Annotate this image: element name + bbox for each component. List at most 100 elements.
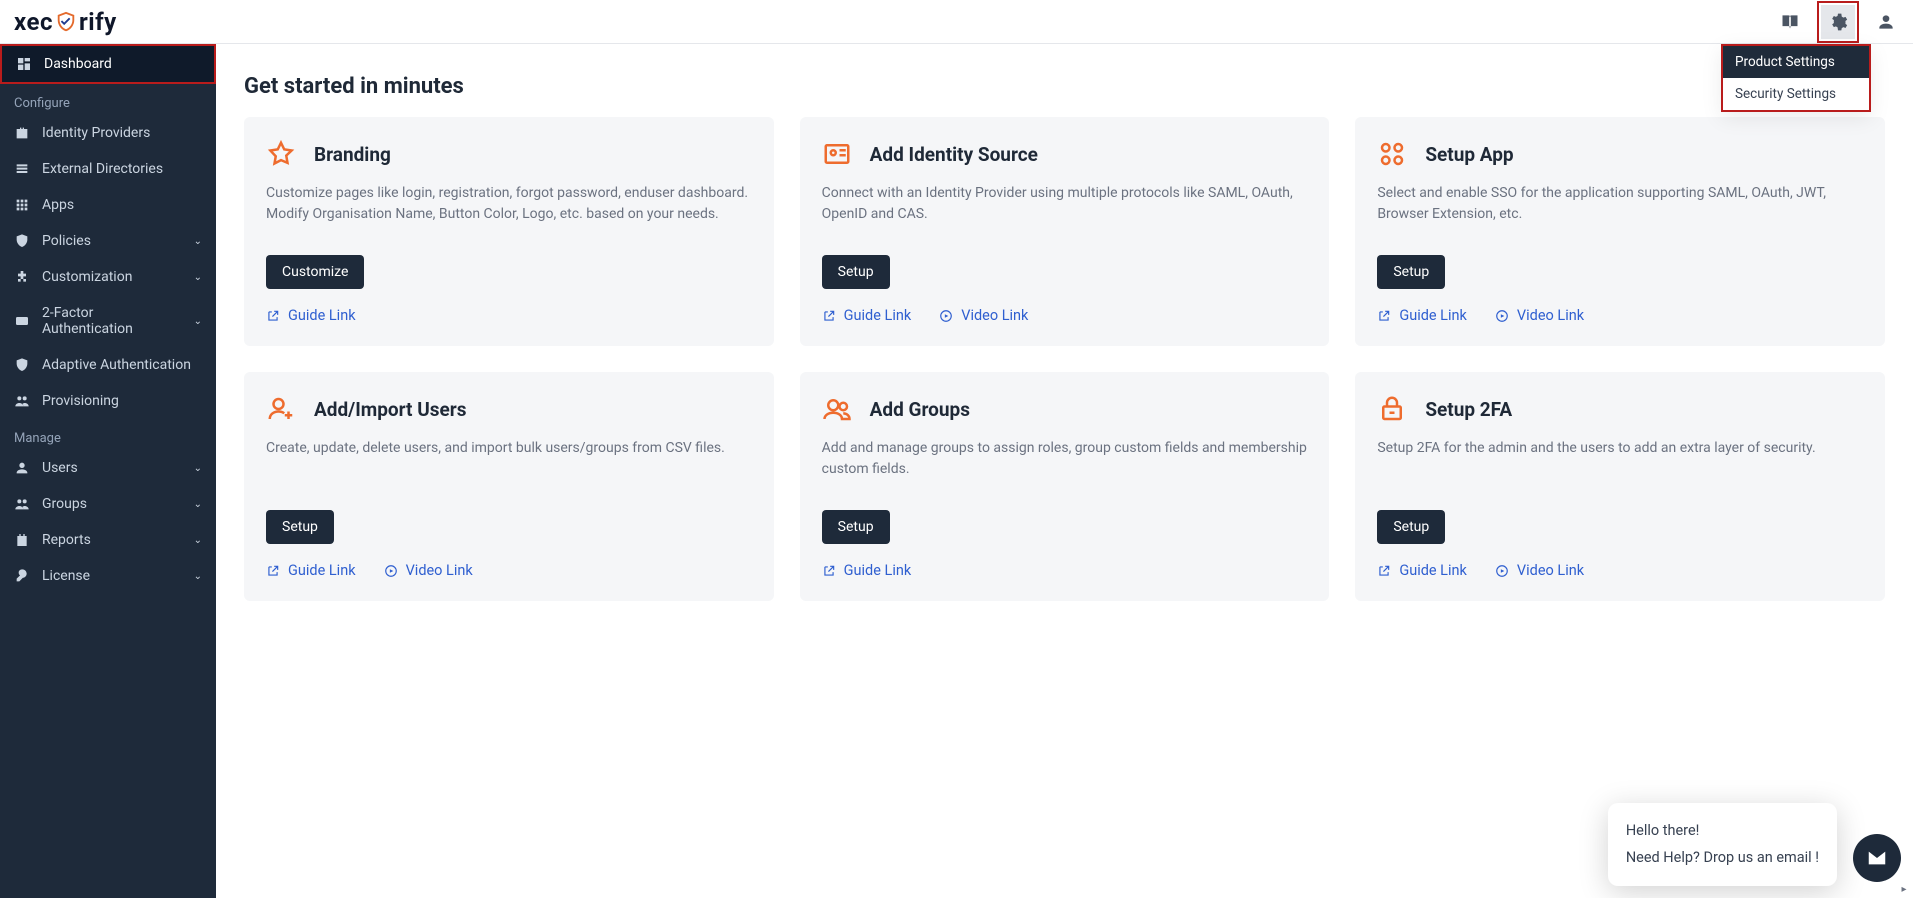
sidebar-item-label: 2-Factor Authentication [42, 305, 182, 337]
chat-line1: Hello there! [1626, 817, 1819, 845]
brand-right: rify [79, 8, 117, 36]
sidebar-item-dashboard[interactable]: Dashboard [2, 46, 214, 82]
chat-fab[interactable] [1853, 834, 1901, 882]
chevron-down-icon: ⌄ [194, 316, 202, 327]
chevron-down-icon: ⌄ [194, 535, 202, 546]
topbar-actions [1773, 1, 1903, 43]
play-circle-icon [1495, 309, 1509, 323]
shield-check-icon [14, 233, 30, 249]
page-title: Get started in minutes [244, 74, 1885, 99]
customize-button[interactable]: Customize [266, 255, 364, 289]
sidebar-item-label: Adaptive Authentication [42, 357, 202, 373]
video-link[interactable]: Video Link [1495, 307, 1584, 324]
shield-icon [55, 11, 77, 33]
link-label: Guide Link [1399, 562, 1467, 579]
chevron-down-icon: ⌄ [194, 236, 202, 247]
external-link-icon [1377, 309, 1391, 323]
sidebar-item-label: License [42, 568, 182, 584]
chat-popup[interactable]: Hello there! Need Help? Drop us an email… [1608, 803, 1837, 886]
sidebar-item-license[interactable]: License ⌄ [0, 558, 216, 594]
mail-icon [1866, 847, 1888, 869]
sidebar-item-reports[interactable]: Reports ⌄ [0, 522, 216, 558]
sidebar-item-provisioning[interactable]: Provisioning [0, 383, 216, 419]
sidebar-item-customization[interactable]: Customization ⌄ [0, 259, 216, 295]
guide-link[interactable]: Guide Link [266, 307, 356, 324]
guide-link[interactable]: Guide Link [1377, 307, 1467, 324]
sidebar-item-2fa[interactable]: 2-Factor Authentication ⌄ [0, 295, 216, 347]
topbar: xec rify Product Settings Security Setti… [0, 0, 1913, 44]
card-desc: Select and enable SSO for the applicatio… [1377, 183, 1863, 237]
video-link[interactable]: Video Link [1495, 562, 1584, 579]
main-content: Get started in minutes Branding Customiz… [216, 44, 1913, 898]
video-link[interactable]: Video Link [384, 562, 473, 579]
sidebar-item-identity-providers[interactable]: Identity Providers [0, 115, 216, 151]
guide-link[interactable]: Guide Link [1377, 562, 1467, 579]
grid-icon [14, 197, 30, 213]
sidebar-item-groups[interactable]: Groups ⌄ [0, 486, 216, 522]
menu-product-settings[interactable]: Product Settings [1723, 46, 1869, 78]
chevron-down-icon: ⌄ [194, 272, 202, 283]
link-label: Guide Link [844, 562, 912, 579]
setup-button[interactable]: Setup [1377, 510, 1445, 544]
user-icon [14, 460, 30, 476]
external-link-icon [822, 564, 836, 578]
brand-logo: xec rify [14, 8, 117, 36]
external-link-icon [1377, 564, 1391, 578]
docs-icon[interactable] [1773, 5, 1807, 39]
setup-button[interactable]: Setup [1377, 255, 1445, 289]
setup-button[interactable]: Setup [822, 255, 890, 289]
gear-icon[interactable] [1821, 5, 1855, 39]
guide-link[interactable]: Guide Link [266, 562, 356, 579]
card-desc: Create, update, delete users, and import… [266, 438, 752, 492]
apps-icon [1377, 139, 1407, 169]
sidebar: Dashboard Configure Identity Providers E… [0, 44, 216, 898]
sidebar-item-label: Groups [42, 496, 182, 512]
card-setup-2fa: Setup 2FA Setup 2FA for the admin and th… [1355, 372, 1885, 601]
settings-dropdown: Product Settings Security Settings [1721, 44, 1871, 112]
chevron-down-icon: ⌄ [194, 463, 202, 474]
card-title: Add Identity Source [870, 143, 1038, 166]
setup-button[interactable]: Setup [266, 510, 334, 544]
card-add-groups: Add Groups Add and manage groups to assi… [800, 372, 1330, 601]
sidebar-item-label: Reports [42, 532, 182, 548]
sidebar-item-label: Users [42, 460, 182, 476]
sidebar-section-configure: Configure [0, 84, 216, 115]
card-setup-app: Setup App Select and enable SSO for the … [1355, 117, 1885, 346]
link-label: Guide Link [288, 307, 356, 324]
card-title: Branding [314, 143, 391, 166]
play-circle-icon [1495, 564, 1509, 578]
sidebar-item-users[interactable]: Users ⌄ [0, 450, 216, 486]
sidebar-item-adaptive-auth[interactable]: Adaptive Authentication [0, 347, 216, 383]
sidebar-active-highlight: Dashboard [0, 44, 216, 84]
link-label: Video Link [961, 307, 1028, 324]
card-desc: Add and manage groups to assign roles, g… [822, 438, 1308, 492]
guide-link[interactable]: Guide Link [822, 307, 912, 324]
list-icon [14, 161, 30, 177]
setup-button[interactable]: Setup [822, 510, 890, 544]
user-icon[interactable] [1869, 5, 1903, 39]
user-plus-icon [266, 394, 296, 424]
chevron-down-icon: ⌄ [194, 499, 202, 510]
gear-highlight [1817, 1, 1859, 43]
chevron-down-icon: ⌄ [194, 571, 202, 582]
sidebar-section-manage: Manage [0, 419, 216, 450]
scroll-arrow-icon: ▸ [1897, 882, 1911, 896]
sidebar-item-external-directories[interactable]: External Directories [0, 151, 216, 187]
sidebar-item-label: Provisioning [42, 393, 202, 409]
sidebar-item-policies[interactable]: Policies ⌄ [0, 223, 216, 259]
menu-security-settings[interactable]: Security Settings [1723, 78, 1869, 110]
lock-icon [1377, 394, 1407, 424]
briefcase-icon [14, 125, 30, 141]
link-label: Video Link [406, 562, 473, 579]
sidebar-item-label: Policies [42, 233, 182, 249]
sidebar-item-apps[interactable]: Apps [0, 187, 216, 223]
link-label: Guide Link [1399, 307, 1467, 324]
link-label: Video Link [1517, 307, 1584, 324]
guide-link[interactable]: Guide Link [822, 562, 912, 579]
group-icon [14, 496, 30, 512]
card-desc: Connect with an Identity Provider using … [822, 183, 1308, 237]
star-icon [266, 139, 296, 169]
sidebar-item-label: External Directories [42, 161, 202, 177]
card-title: Setup App [1425, 143, 1513, 166]
video-link[interactable]: Video Link [939, 307, 1028, 324]
